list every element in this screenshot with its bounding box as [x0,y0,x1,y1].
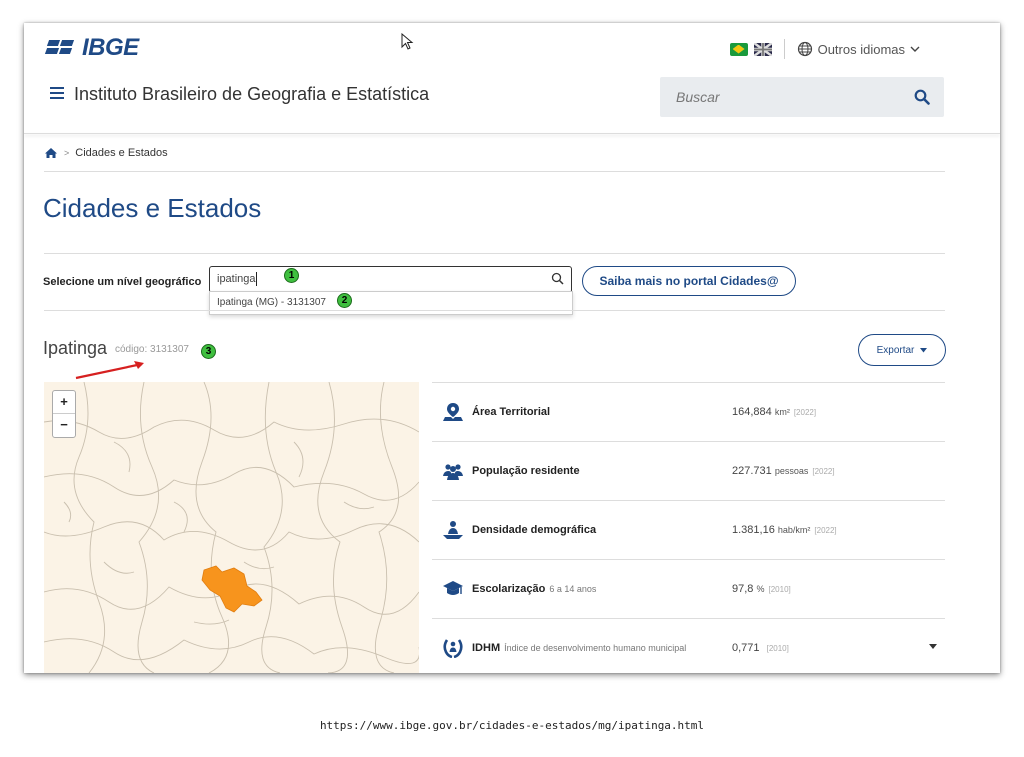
search-icon[interactable] [551,272,564,285]
mouse-cursor-icon [401,33,414,50]
home-icon[interactable] [44,147,58,159]
indicator-row[interactable]: IDHM Índice de desenvolvimento humano mun… [432,618,945,673]
institute-bar: Instituto Brasileiro de Geografia e Esta… [24,75,1000,133]
divider [44,171,945,172]
zoom-out-button[interactable]: − [53,414,75,436]
brazil-flag-icon[interactable] [729,42,748,56]
text-caret [256,272,257,286]
city-name: Ipatinga [43,338,108,358]
indicator-value: 97,8 % [2010] [732,583,791,595]
ibge-logo-mark [44,38,78,58]
person-density-icon [443,521,463,539]
divider [44,310,945,311]
people-icon [443,464,463,480]
indicator-label: IDHM Índice de desenvolvimento humano mun… [472,642,687,654]
institute-name[interactable]: Instituto Brasileiro de Geografia e Esta… [74,84,429,105]
annotation-arrow-icon [75,361,144,380]
globe-icon [797,41,812,57]
ipatinga-boundary [201,565,263,613]
indicator-value: 1.381,16 hab/km² [2022] [732,524,837,536]
saiba-mais-button[interactable]: Saiba mais no portal Cidades@ [582,266,796,296]
page-title: Cidades e Estados [43,193,262,223]
indicator-value: 164,884 km² [2022] [732,406,817,418]
page-url-caption: https://www.ibge.gov.br/cidades-e-estado… [319,719,705,732]
geo-level-label: Selecione um nível geográfico [43,276,202,288]
map-boundaries [44,382,419,673]
laurel-person-icon [443,639,463,658]
export-button[interactable]: Exportar [858,334,946,366]
divider [44,253,945,254]
uk-flag-icon[interactable] [753,42,772,56]
indicator-value: 0,771 [2010] [732,642,789,654]
search-icon[interactable] [914,89,930,105]
indicator-label: Área Territorial [472,406,551,418]
ibge-logo[interactable]: IBGE [44,34,139,61]
logo-text: IBGE [82,34,139,61]
autocomplete-option[interactable]: Ipatinga (MG) - 3131307 [217,297,326,308]
search-box[interactable]: Buscar [660,77,944,117]
indicator-label: Escolarização 6 a 14 anos [472,583,597,595]
search-placeholder: Buscar [676,89,720,105]
city-map[interactable]: + − [44,382,419,673]
export-label: Exportar [876,344,915,356]
geo-level-input-value: ipatinga [217,273,256,285]
language-bar: Outros idiomas [729,39,920,59]
map-zoom-control: + − [52,390,76,438]
graduation-cap-icon [443,581,463,595]
indicator-row[interactable]: Área Territorial 164,884 km² [2022] [432,382,945,441]
breadcrumb-current[interactable]: Cidades e Estados [75,147,167,159]
header-divider [24,133,1000,134]
annotation-badge-3: 3 [201,344,216,359]
chevron-down-icon [910,46,920,52]
autocomplete-dropdown: Ipatinga (MG) - 3131307 [209,291,573,315]
menu-icon[interactable] [50,87,64,99]
breadcrumb: > Cidades e Estados [44,147,168,159]
annotation-badge-1: 1 [284,268,299,283]
other-languages-menu[interactable]: Outros idiomas [797,41,920,57]
indicator-value: 227.731 pessoas [2022] [732,465,835,477]
caret-down-icon[interactable] [929,644,937,649]
zoom-in-button[interactable]: + [53,391,75,414]
divider [783,39,785,59]
browser-page: IBGE Outros idiomas Instituto Brasileiro… [24,23,1000,673]
city-code: código: 3131307 [115,344,189,355]
caret-down-icon [920,347,928,352]
annotation-badge-2: 2 [337,293,352,308]
indicator-row[interactable]: Densidade demográfica 1.381,16 hab/km² [2… [432,500,945,559]
indicator-row[interactable]: População residente 227.731 pessoas [2022… [432,441,945,500]
indicator-label: População residente [472,465,580,477]
other-languages-label: Outros idiomas [817,41,905,57]
map-pin-icon [443,403,463,421]
geo-level-search-input[interactable]: ipatinga [209,266,572,293]
indicator-row[interactable]: Escolarização 6 a 14 anos 97,8 % [2010] [432,559,945,618]
breadcrumb-separator: > [64,148,70,158]
indicators-list: Área Territorial 164,884 km² [2022] Popul… [432,382,945,673]
indicator-label: Densidade demográfica [472,524,597,536]
